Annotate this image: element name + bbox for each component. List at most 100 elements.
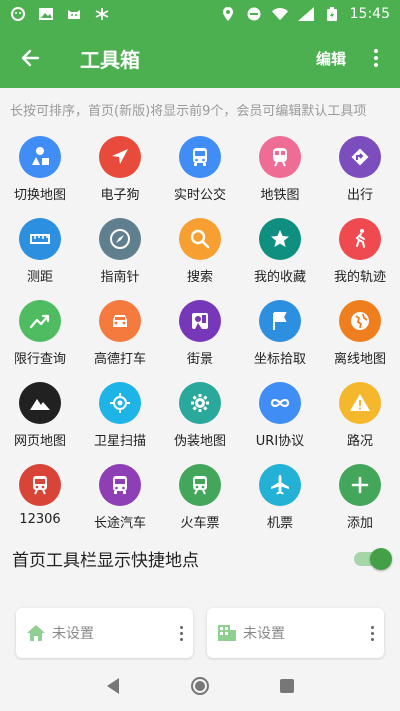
signal-icon <box>297 7 314 21</box>
tool-label: 离线地图 <box>333 352 386 367</box>
plus-icon <box>339 464 381 506</box>
tool-item[interactable]: 长途汽车 <box>80 464 160 535</box>
page-title: 工具箱 <box>80 47 140 72</box>
subway-icon <box>259 136 301 178</box>
home-icon <box>27 625 45 641</box>
nav-recents-icon <box>279 678 294 693</box>
tool-grid: 切换地图 电子狗 实时公交 地铁图 出行测距 指南针 搜索 我的收藏 我的轨迹限行查询 高德打车 街… <box>0 136 400 535</box>
tool-label: 我的收藏 <box>253 270 306 285</box>
tool-item[interactable]: 高德打车 <box>80 300 160 371</box>
navigation-arrow-icon <box>99 136 141 178</box>
tool-item[interactable]: 12306 <box>0 464 80 535</box>
tool-label: 电子狗 <box>100 188 140 203</box>
tool-item[interactable]: 地铁图 <box>240 136 320 207</box>
tool-item[interactable]: 街景 <box>160 300 240 371</box>
snowflake-icon <box>94 7 110 21</box>
tool-label: 我的轨迹 <box>333 270 386 285</box>
back-button[interactable] <box>0 28 60 88</box>
tool-label: 伪装地图 <box>173 434 226 449</box>
nav-back-button[interactable] <box>93 666 133 706</box>
image-icon <box>38 7 54 21</box>
tool-item[interactable]: 离线地图 <box>320 300 400 371</box>
running-icon <box>339 218 381 260</box>
more-options-icon[interactable] <box>366 49 386 67</box>
gear-icon <box>179 382 221 424</box>
tool-label: 路况 <box>346 434 373 449</box>
nav-back-icon <box>107 677 120 694</box>
tool-label: 网页地图 <box>13 434 66 449</box>
app-bar: 工具箱 编辑 <box>0 28 400 88</box>
compass-icon <box>99 218 141 260</box>
tool-item[interactable]: 限行查询 <box>0 300 80 371</box>
office-place-card[interactable]: 未设置 <box>207 608 384 658</box>
hint-text: 长按可排序，首页(新版)将显示前9个，会员可编辑默认工具项 <box>10 104 367 119</box>
tool-label: 指南针 <box>100 270 140 285</box>
shapes-icon <box>19 136 61 178</box>
edit-button[interactable]: 编辑 <box>316 48 346 69</box>
tool-item[interactable]: 实时公交 <box>160 136 240 207</box>
tool-label: 搜索 <box>186 270 213 285</box>
globe-icon <box>339 300 381 342</box>
tool-label: 12306 <box>19 512 61 527</box>
office-icon <box>218 625 236 641</box>
quick-places: 未设置 未设置 <box>16 608 384 658</box>
infinity-icon <box>259 382 301 424</box>
tool-item[interactable]: 我的收藏 <box>240 218 320 289</box>
tool-item[interactable]: 出行 <box>320 136 400 207</box>
tool-label: 切换地图 <box>13 188 66 203</box>
home-place-card[interactable]: 未设置 <box>16 608 193 658</box>
streetview-icon <box>179 300 221 342</box>
tool-label: 机票 <box>266 516 293 531</box>
bus-icon <box>179 136 221 178</box>
home-place-label: 未设置 <box>52 626 94 642</box>
system-nav-bar <box>0 660 400 711</box>
cat-icon <box>66 7 82 21</box>
wifi-icon <box>271 7 288 21</box>
tool-item[interactable]: 添加 <box>320 464 400 535</box>
tool-label: 出行 <box>346 188 373 203</box>
tool-item[interactable]: 切换地图 <box>0 136 80 207</box>
tool-item[interactable]: 网页地图 <box>0 382 80 453</box>
battery-icon <box>324 7 340 21</box>
tool-label: 高德打车 <box>93 352 146 367</box>
trend-icon <box>19 300 61 342</box>
mountain-icon <box>19 382 61 424</box>
tool-item[interactable]: URI协议 <box>240 382 320 453</box>
tool-item[interactable]: 坐标拾取 <box>240 300 320 371</box>
tool-label: 坐标拾取 <box>253 352 306 367</box>
crosshair-icon <box>99 382 141 424</box>
tool-item[interactable]: 电子狗 <box>80 136 160 207</box>
tool-label: 地铁图 <box>260 188 300 203</box>
tool-label: 测距 <box>26 270 53 285</box>
tool-item[interactable]: 伪装地图 <box>160 382 240 453</box>
quick-place-switch[interactable] <box>352 547 392 570</box>
tool-label: 添加 <box>346 516 373 531</box>
nav-home-button[interactable] <box>180 666 220 706</box>
status-bar: 15:45 <box>0 0 400 28</box>
office-more-icon[interactable] <box>371 625 374 641</box>
tool-label: 实时公交 <box>173 188 226 203</box>
tool-item[interactable]: 指南针 <box>80 218 160 289</box>
flag-icon <box>259 300 301 342</box>
airplane-icon <box>259 464 301 506</box>
tool-label: URI协议 <box>255 434 305 449</box>
tool-item[interactable]: 火车票 <box>160 464 240 535</box>
tool-item[interactable]: 我的轨迹 <box>320 218 400 289</box>
office-place-label: 未设置 <box>243 626 285 642</box>
coach-icon <box>99 464 141 506</box>
home-more-icon[interactable] <box>180 625 183 641</box>
toggle-label: 首页工具栏显示快捷地点 <box>12 551 199 571</box>
quick-place-toggle-row: 首页工具栏显示快捷地点 <box>12 546 392 571</box>
tool-item[interactable]: 搜索 <box>160 218 240 289</box>
tool-label: 火车票 <box>180 516 220 531</box>
tool-label: 限行查询 <box>13 352 66 367</box>
nav-recents-button[interactable] <box>267 666 307 706</box>
tool-item[interactable]: 测距 <box>0 218 80 289</box>
tool-item[interactable]: 机票 <box>240 464 320 535</box>
tool-label: 长途汽车 <box>93 516 146 531</box>
tool-item[interactable]: 路况 <box>320 382 400 453</box>
search-icon <box>179 218 221 260</box>
warning-icon <box>339 382 381 424</box>
tool-item[interactable]: 卫星扫描 <box>80 382 160 453</box>
dnd-icon <box>246 7 262 21</box>
